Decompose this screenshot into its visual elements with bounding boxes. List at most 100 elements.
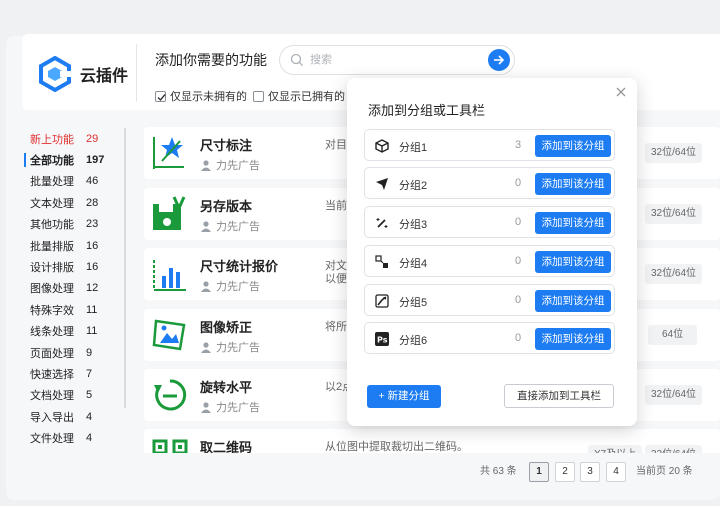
sidebar-item[interactable]: 批量排版 16 xyxy=(22,235,122,256)
sidebar-item[interactable]: 设计排版 16 xyxy=(22,256,122,277)
group-count: 0 xyxy=(515,177,522,189)
dialog-title: 添加到分组或工具栏 xyxy=(368,103,486,118)
plugin-name: 旋转水平 xyxy=(200,380,253,395)
sidebar-item-label: 全部功能 xyxy=(30,155,74,168)
sidebar-item[interactable]: 特殊字效 11 xyxy=(22,299,122,320)
header-divider xyxy=(136,44,137,102)
save-version-icon xyxy=(153,196,186,230)
plugin-author-name: 力先广告 xyxy=(216,281,260,293)
close-icon[interactable] xyxy=(614,85,628,99)
plugin-arch-tag: 64位 xyxy=(648,325,698,345)
search-box xyxy=(279,45,515,75)
user-icon xyxy=(201,221,211,232)
plugin-author-name: 力先广告 xyxy=(216,221,260,233)
filter-not-owned-checkbox[interactable]: 仅显示未拥有的 xyxy=(155,88,247,104)
plugin-card[interactable]: 取二维码 从位图中提取裁切出二维码。 X7及以上 32位/64位 xyxy=(144,429,720,453)
sidebar-item-count: 7 xyxy=(86,367,93,380)
sidebar-item-label: 文本处理 xyxy=(30,197,74,210)
page-button[interactable]: 4 xyxy=(606,462,626,482)
sidebar-item-count: 16 xyxy=(86,239,99,252)
plugin-author: 力先广告 xyxy=(200,218,260,234)
filter-owned-label: 仅显示已拥有的 xyxy=(268,91,345,103)
group-name: 分组5 xyxy=(399,297,428,309)
group-name: 分组4 xyxy=(399,258,428,270)
plugin-description: 从位图中提取裁切出二维码。 xyxy=(325,441,468,453)
sidebar-item-label: 特殊字效 xyxy=(30,304,74,317)
plugin-author: 力先广告 xyxy=(200,399,260,415)
search-input[interactable] xyxy=(310,50,480,70)
cloud-plugin-logo-icon xyxy=(39,56,72,92)
group-name: 分组6 xyxy=(399,335,428,347)
sidebar-item-count: 4 xyxy=(86,410,93,423)
svg-text:Ps: Ps xyxy=(377,336,388,345)
group-count: 3 xyxy=(515,139,522,151)
sidebar-item[interactable]: 快速选择 7 xyxy=(22,363,122,384)
page-button[interactable]: 3 xyxy=(580,462,600,482)
sidebar-item[interactable]: 文档处理 5 xyxy=(22,385,122,406)
bar-chart-icon xyxy=(153,260,186,291)
transform-icon xyxy=(375,255,388,268)
sidebar-item[interactable]: 文件处理 4 xyxy=(22,427,122,448)
arrow-right-icon xyxy=(494,55,505,65)
group-row: 分组2 0 添加到该分组 xyxy=(364,167,615,199)
plugin-name: 尺寸统计报价 xyxy=(200,259,279,274)
page-title: 添加你需要的功能 xyxy=(155,52,267,68)
sidebar-item-label: 新上功能 xyxy=(30,133,74,146)
sidebar-item[interactable]: 页面处理 9 xyxy=(22,342,122,363)
add-to-group-button[interactable]: 添加到该分组 xyxy=(535,251,611,273)
plugin-description: 将所 xyxy=(325,321,347,333)
sidebar-item-count: 12 xyxy=(86,282,99,295)
sidebar-item[interactable]: 新上功能 29 xyxy=(22,128,122,149)
magic-wand-icon xyxy=(376,218,388,228)
sidebar-item[interactable]: 全部功能 197 xyxy=(22,149,122,170)
plugin-arch-tag: 32位/64位 xyxy=(645,143,703,163)
sidebar-item-count: 4 xyxy=(86,432,93,445)
add-to-group-dialog: 添加到分组或工具栏 分组1 3 添加到该分组 分组2 0 添加到该分组 分组3 … xyxy=(347,78,637,426)
sidebar-item[interactable]: 批量处理 46 xyxy=(22,171,122,192)
add-to-group-button[interactable]: 添加到该分组 xyxy=(535,135,611,157)
user-icon xyxy=(201,281,211,292)
group-row: Ps 分组6 0 添加到该分组 xyxy=(364,322,615,354)
sidebar-item[interactable]: 其他功能 23 xyxy=(22,214,122,235)
sidebar-item-count: 46 xyxy=(86,175,99,188)
plugin-name: 尺寸标注 xyxy=(200,138,253,153)
sidebar-item-label: 文档处理 xyxy=(30,390,74,403)
add-to-group-button[interactable]: 添加到该分组 xyxy=(535,212,611,234)
plugin-author: 力先广告 xyxy=(200,278,260,294)
category-sidebar: 新上功能 29 全部功能 197 批量处理 46 文本处理 28 其他功能 23 批量排版… xyxy=(22,128,122,449)
plugin-description: 对文 以便 xyxy=(325,260,347,285)
sidebar-item-label: 批量处理 xyxy=(30,176,74,189)
group-row: 分组5 0 添加到该分组 xyxy=(364,284,615,316)
add-to-toolbar-button[interactable]: 直接添加到工具栏 xyxy=(504,384,614,408)
sidebar-item[interactable]: 文本处理 28 xyxy=(22,192,122,213)
group-name: 分组1 xyxy=(399,142,428,154)
group-row: 分组3 0 添加到该分组 xyxy=(364,206,615,238)
new-group-button[interactable]: + 新建分组 xyxy=(367,385,441,408)
sidebar-item-label: 批量排版 xyxy=(30,240,74,253)
group-count: 0 xyxy=(515,294,522,306)
sidebar-item[interactable]: 线条处理 11 xyxy=(22,321,122,342)
plugin-version-tag: X7及以上 xyxy=(588,445,643,453)
sidebar-item[interactable]: 图像处理 12 xyxy=(22,278,122,299)
sidebar-scrollbar[interactable] xyxy=(124,128,126,408)
plugin-author: 力先广告 xyxy=(200,157,260,173)
filter-owned-checkbox[interactable]: 仅显示已拥有的 xyxy=(253,88,345,104)
dimension-icon xyxy=(153,137,184,169)
add-to-group-button[interactable]: 添加到该分组 xyxy=(535,290,611,312)
page-button[interactable]: 1 xyxy=(529,462,549,482)
sidebar-item-label: 线条处理 xyxy=(30,326,74,339)
qr-code-icon xyxy=(152,439,188,453)
pager-per-page: 当前页 20 条 xyxy=(636,466,693,477)
sidebar-item-count: 197 xyxy=(86,154,105,167)
group-name: 分组2 xyxy=(399,180,428,192)
sidebar-item-label: 导入导出 xyxy=(30,411,74,424)
page-button[interactable]: 2 xyxy=(555,462,575,482)
sidebar-item[interactable]: 导入导出 4 xyxy=(22,406,122,427)
add-to-group-button[interactable]: 添加到该分组 xyxy=(535,328,611,350)
plugin-arch-tag: 32位/64位 xyxy=(645,264,703,284)
sidebar-item-label: 其他功能 xyxy=(30,219,74,232)
sidebar-item-count: 28 xyxy=(86,196,99,209)
sidebar-item-label: 页面处理 xyxy=(30,347,74,360)
search-submit-button[interactable] xyxy=(488,49,510,71)
add-to-group-button[interactable]: 添加到该分组 xyxy=(535,173,611,195)
